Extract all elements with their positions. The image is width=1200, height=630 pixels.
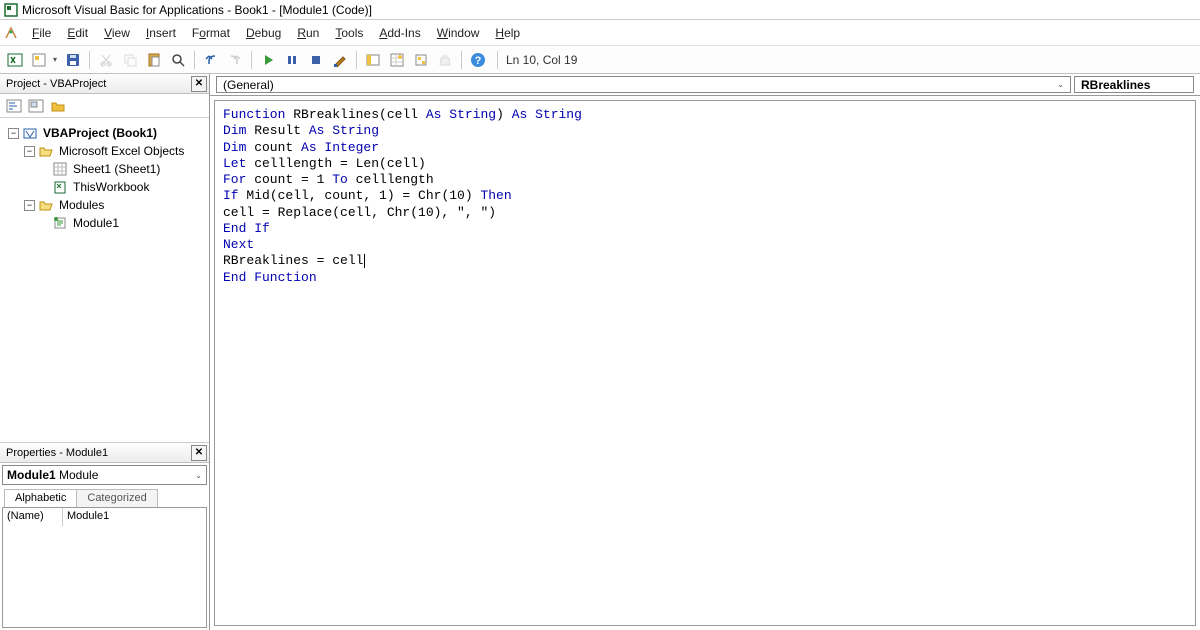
menu-format[interactable]: Format	[184, 23, 238, 43]
tree-toggle[interactable]: −	[8, 128, 19, 139]
reset-icon[interactable]	[305, 49, 327, 71]
project-tree[interactable]: − VBAProject (Book1) − Microsoft Excel O…	[0, 118, 209, 443]
project-pane-close-button[interactable]: ✕	[191, 76, 207, 92]
worksheet-icon	[52, 161, 68, 177]
find-icon[interactable]	[167, 49, 189, 71]
menu-file[interactable]: FFileile	[24, 23, 59, 43]
tree-sheet1[interactable]: Sheet1 (Sheet1)	[71, 162, 162, 176]
help-icon[interactable]: ?	[467, 49, 489, 71]
tree-toggle[interactable]: −	[24, 146, 35, 157]
menu-insert[interactable]: Insert	[138, 23, 184, 43]
prop-name-key: (Name)	[3, 508, 63, 526]
properties-object-combo[interactable]: Module1 Module ⌄	[2, 465, 207, 485]
tree-thisworkbook[interactable]: ThisWorkbook	[71, 180, 151, 194]
project-pane-header: Project - VBAProject ✕	[0, 74, 209, 94]
tree-toggle[interactable]: −	[24, 200, 35, 211]
insert-dropdown-icon[interactable]: ▾	[50, 49, 60, 71]
properties-pane-close-button[interactable]: ✕	[191, 445, 207, 461]
procedure-combo[interactable]: RBreaklines	[1074, 76, 1194, 93]
menu-bar: FFileile Edit View Insert Format Debug R…	[0, 20, 1200, 46]
break-icon[interactable]	[281, 49, 303, 71]
object-browser-icon[interactable]	[410, 49, 432, 71]
menu-window[interactable]: Window	[429, 23, 488, 43]
object-combo[interactable]: (General) ⌄	[216, 76, 1071, 93]
save-icon[interactable]	[62, 49, 84, 71]
vba-icon	[4, 26, 18, 40]
properties-pane-header: Properties - Module1 ✕	[0, 443, 209, 463]
app-icon	[4, 3, 18, 17]
menu-edit[interactable]: Edit	[59, 23, 96, 43]
tree-excel-objects[interactable]: Microsoft Excel Objects	[57, 144, 186, 158]
copy-icon[interactable]	[119, 49, 141, 71]
view-excel-icon[interactable]	[4, 49, 26, 71]
menu-view[interactable]: View	[96, 23, 138, 43]
view-object-icon[interactable]	[26, 96, 46, 116]
toolbox-icon[interactable]	[434, 49, 456, 71]
properties-pane: Module1 Module ⌄ Alphabetic Categorized …	[0, 463, 209, 630]
tree-module1[interactable]: Module1	[71, 216, 121, 230]
chevron-down-icon: ⌄	[1057, 80, 1064, 89]
tree-modules[interactable]: Modules	[57, 198, 106, 212]
cursor-position: Ln 10, Col 19	[497, 51, 585, 69]
vbaproject-icon	[22, 125, 38, 141]
code-pane: (General) ⌄ RBreaklines Function RBreakl…	[210, 74, 1200, 630]
run-icon[interactable]	[257, 49, 279, 71]
menu-debug[interactable]: Debug	[238, 23, 289, 43]
svg-text:?: ?	[475, 55, 482, 67]
folder-open-icon	[38, 197, 54, 213]
left-panel: Project - VBAProject ✕ − VBAProject (Boo…	[0, 74, 210, 630]
redo-icon[interactable]	[224, 49, 246, 71]
tab-categorized[interactable]: Categorized	[76, 489, 157, 507]
project-explorer-icon[interactable]	[362, 49, 384, 71]
properties-grid[interactable]: (Name) Module1	[2, 507, 207, 628]
title-text: Microsoft Visual Basic for Applications …	[22, 3, 372, 17]
module-icon	[52, 215, 68, 231]
properties-pane-title: Properties - Module1	[6, 447, 108, 459]
menu-run[interactable]: Run	[289, 23, 327, 43]
project-pane-title: Project - VBAProject	[6, 78, 106, 90]
menu-addins[interactable]: Add-Ins	[371, 23, 428, 43]
undo-icon[interactable]	[200, 49, 222, 71]
prop-name-value[interactable]: Module1	[63, 508, 206, 526]
insert-module-icon[interactable]	[28, 49, 50, 71]
view-code-icon[interactable]	[4, 96, 24, 116]
menu-tools[interactable]: Tools	[327, 23, 371, 43]
design-mode-icon[interactable]	[329, 49, 351, 71]
title-bar: Microsoft Visual Basic for Applications …	[0, 0, 1200, 20]
toggle-folders-icon[interactable]	[48, 96, 68, 116]
project-toolbar	[0, 94, 209, 118]
menu-help[interactable]: Help	[487, 23, 528, 43]
tree-vbaproject[interactable]: VBAProject (Book1)	[41, 126, 159, 140]
text-cursor	[364, 254, 365, 268]
folder-open-icon	[38, 143, 54, 159]
code-editor[interactable]: Function RBreaklines(cell As String) As …	[214, 100, 1196, 626]
tab-alphabetic[interactable]: Alphabetic	[4, 489, 77, 507]
toolbar: ▾ ? Ln 10, Col 19	[0, 46, 1200, 74]
chevron-down-icon: ⌄	[195, 471, 202, 480]
cut-icon[interactable]	[95, 49, 117, 71]
paste-icon[interactable]	[143, 49, 165, 71]
properties-icon[interactable]	[386, 49, 408, 71]
workbook-icon	[52, 179, 68, 195]
